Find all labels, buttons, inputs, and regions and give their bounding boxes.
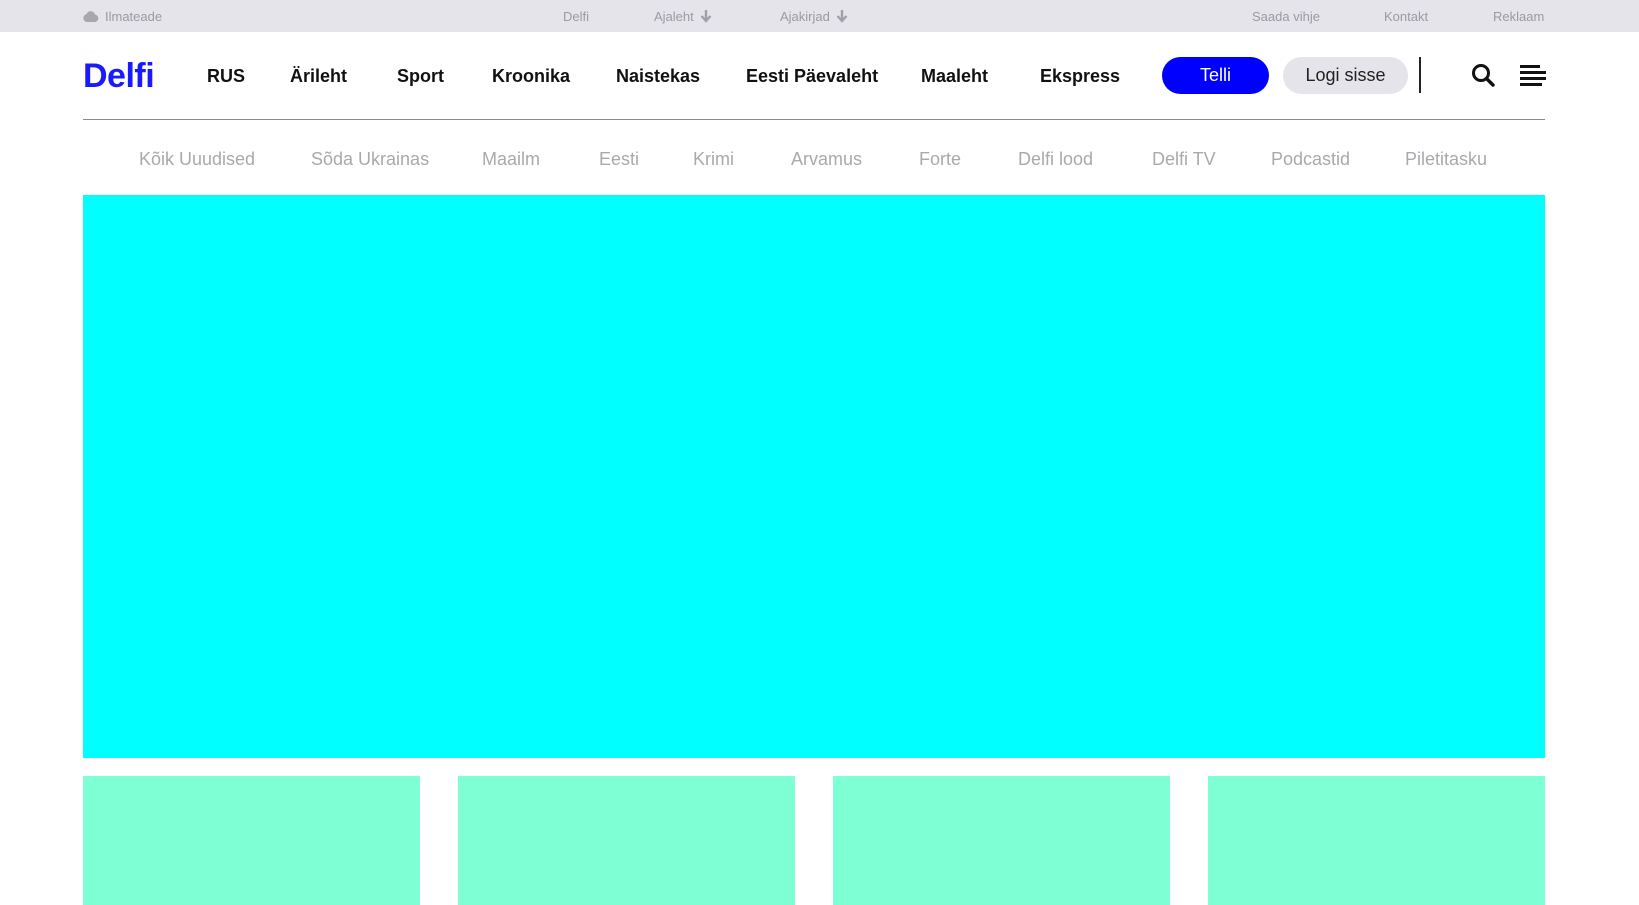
- nav-item-ekspress[interactable]: Ekspress: [1040, 64, 1120, 88]
- section-subnav: Kõik Uuudised Sõda Ukrainas Maailm Eesti…: [83, 120, 1545, 195]
- topbar-link-label: Reklaam: [1493, 8, 1545, 24]
- search-icon[interactable]: [1469, 61, 1497, 89]
- topbar-link-label: Delfi: [563, 8, 590, 24]
- topbar-link-label: Ajakirjad: [780, 8, 830, 24]
- nav-item-sport[interactable]: Sport: [397, 64, 444, 88]
- cloud-icon: [83, 10, 99, 22]
- subnav-item-koik-uudised[interactable]: Kõik Uuudised: [139, 147, 255, 171]
- subnav-item-soda-ukrainas[interactable]: Sõda Ukrainas: [311, 147, 429, 171]
- topbar-link-label: Ajaleht: [654, 8, 694, 24]
- topbar-link-kontakt[interactable]: Kontakt: [1384, 0, 1428, 32]
- subnav-item-forte[interactable]: Forte: [919, 147, 961, 171]
- weather-label: Ilmateade: [105, 8, 163, 24]
- menu-icon[interactable]: [1519, 61, 1547, 89]
- arrow-down-icon: [836, 9, 848, 23]
- nav-item-eesti-paevaleht[interactable]: Eesti Päevaleht: [746, 64, 878, 88]
- subnav-item-arvamus[interactable]: Arvamus: [791, 147, 862, 171]
- login-button[interactable]: Logi sisse: [1283, 57, 1408, 94]
- nav-item-naistekas[interactable]: Naistekas: [616, 64, 700, 88]
- topbar-link-reklaam[interactable]: Reklaam: [1493, 0, 1544, 32]
- topbar-link-label: Kontakt: [1384, 8, 1429, 24]
- subnav-item-piletitasku[interactable]: Piletitasku: [1405, 147, 1487, 171]
- topbar-link-saada-vihje[interactable]: Saada vihje: [1252, 0, 1320, 32]
- arrow-down-icon: [700, 9, 712, 23]
- nav-item-kroonika[interactable]: Kroonika: [492, 64, 570, 88]
- nav-item-maaleht[interactable]: Maaleht: [921, 64, 988, 88]
- subnav-item-delfi-tv[interactable]: Delfi TV: [1152, 147, 1216, 171]
- subnav-item-krimi[interactable]: Krimi: [693, 147, 734, 171]
- nav-item-rus[interactable]: RUS: [207, 64, 245, 88]
- hero-article-placeholder[interactable]: [83, 195, 1545, 758]
- subnav-item-podcastid[interactable]: Podcastid: [1271, 147, 1350, 171]
- subnav-item-maailm[interactable]: Maailm: [482, 147, 540, 171]
- subscribe-button[interactable]: Telli: [1162, 57, 1269, 94]
- weather-link[interactable]: Ilmateade: [83, 0, 162, 32]
- article-card[interactable]: [83, 776, 420, 905]
- main-header: Delfi RUS Ärileht Sport Kroonika Naistek…: [83, 32, 1547, 120]
- article-card[interactable]: [833, 776, 1170, 905]
- topbar-link-ajaleht[interactable]: Ajaleht: [654, 0, 712, 32]
- topbar-link-ajakirjad[interactable]: Ajakirjad: [780, 0, 848, 32]
- article-card[interactable]: [1208, 776, 1545, 905]
- subnav-item-eesti[interactable]: Eesti: [599, 147, 639, 171]
- article-card[interactable]: [458, 776, 795, 905]
- topbar-link-label: Saada vihje: [1252, 8, 1320, 24]
- delfi-logo[interactable]: Delfi: [83, 56, 155, 96]
- top-utility-bar: Ilmateade Delfi Ajaleht Ajakirjad Saada …: [0, 0, 1639, 32]
- subnav-item-delfi-lood[interactable]: Delfi lood: [1018, 147, 1093, 171]
- header-divider: [1419, 57, 1421, 93]
- topbar-link-delfi[interactable]: Delfi: [563, 0, 589, 32]
- nav-item-arileht[interactable]: Ärileht: [290, 64, 347, 88]
